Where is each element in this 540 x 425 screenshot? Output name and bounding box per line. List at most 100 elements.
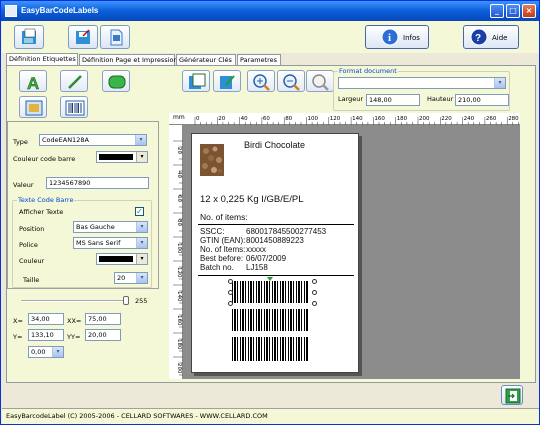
minimize-button[interactable]: _	[490, 4, 504, 18]
width-input[interactable]: 148,00	[366, 94, 420, 106]
opacity-slider-thumb[interactable]	[123, 296, 129, 305]
close-button[interactable]: ×	[522, 4, 536, 18]
vertical-ruler-tick-label: 40	[176, 171, 182, 178]
horizontal-ruler: mm 0 20 40 60 80 100 120 140 160 180 200 220 240 260 2…	[169, 113, 520, 125]
vertical-ruler-tick-label: 120	[176, 267, 182, 278]
resize-handle[interactable]	[312, 279, 317, 284]
type-label: Type	[13, 138, 28, 146]
svg-text:?: ?	[475, 33, 481, 44]
table-row: SSCC: 680017845500277453	[200, 227, 327, 236]
label-info-table: SSCC: 680017845500277453 GTIN (EAN):80014…	[200, 227, 326, 272]
x-input[interactable]: 34,00	[28, 313, 64, 325]
copy-button[interactable]	[182, 70, 210, 92]
angle-select[interactable]: 0,00 ▾	[28, 346, 64, 358]
table-row: No. of Items:xxxxx	[200, 245, 266, 254]
yy-input[interactable]: 20,00	[85, 329, 121, 341]
zoom-out-button[interactable]	[277, 70, 305, 92]
barcode-color-picker[interactable]: ▾	[96, 151, 148, 163]
size-select[interactable]: 20 ▾	[114, 272, 148, 284]
opacity-slider-track[interactable]	[21, 300, 127, 302]
ruler-tick-label: 280	[508, 116, 519, 122]
type-value: CodeEAN128A	[42, 136, 89, 144]
help-button[interactable]: ? Aide	[463, 25, 519, 49]
ruler-tick-label: 140	[352, 116, 363, 122]
resize-handle[interactable]	[312, 301, 317, 306]
type-select[interactable]: CodeEAN128A ▾	[39, 134, 147, 146]
new-label-button[interactable]	[14, 25, 44, 49]
zoom-in-button[interactable]	[247, 70, 275, 92]
ruler-tick-label: 220	[441, 116, 452, 122]
zoom-fit-button[interactable]	[306, 70, 334, 92]
table-row: GTIN (EAN):8001450889223	[200, 236, 304, 245]
yy-label: YY=	[67, 333, 81, 341]
zoom-page-icon	[312, 74, 329, 91]
font-select[interactable]: MS Sans Serif ▾	[73, 237, 148, 249]
vertical-ruler-tick-label: 200	[176, 363, 182, 374]
angle-value: 0,00	[31, 348, 46, 356]
vertical-ruler-tick-label: 20	[176, 147, 182, 154]
resize-handle[interactable]	[228, 279, 233, 284]
new-doc-icon	[22, 28, 36, 44]
table-row: Batch no. LJ158	[200, 263, 268, 272]
paste-icon	[220, 75, 235, 89]
resize-handle[interactable]	[228, 290, 233, 295]
barcode-3[interactable]	[232, 337, 308, 361]
chevron-down-icon: ▾	[136, 152, 147, 162]
width-label: Largeur	[338, 95, 364, 103]
product-weight: 12 x 0,225 Kg I/GB/E/PL	[200, 194, 304, 205]
barcode-2[interactable]	[232, 309, 308, 331]
ruler-tick-label: 180	[397, 116, 408, 122]
title-bar: EasyBarCodeLabels _ □ ×	[1, 1, 539, 21]
label-preview[interactable]: Birdi Chocolate 12 x 0,225 Kg I/GB/E/PL …	[191, 133, 359, 373]
size-label: Taille	[23, 276, 40, 284]
y-input[interactable]: 133,10	[28, 329, 64, 341]
chevron-down-icon: ▾	[494, 78, 505, 88]
chevron-down-icon: ▾	[52, 347, 63, 357]
exit-button[interactable]	[501, 385, 523, 405]
zoom-out-icon	[283, 74, 300, 91]
image-icon	[25, 100, 43, 116]
show-text-label: Afficher Texte	[19, 208, 64, 216]
slider-value: 255	[135, 297, 148, 305]
barcode-icon	[65, 100, 85, 116]
document-icon	[110, 29, 123, 46]
info-icon: i	[381, 28, 399, 46]
height-label: Hauteur	[427, 95, 454, 103]
paste-button[interactable]	[213, 70, 241, 92]
ruler-tick-label: 60	[263, 116, 270, 122]
position-select[interactable]: Bas Gauche ▾	[73, 221, 148, 233]
height-input[interactable]: 210,00	[455, 94, 509, 106]
add-line-button[interactable]	[60, 70, 88, 92]
font-value: MS Sans Serif	[76, 239, 121, 247]
font-label: Police	[19, 241, 38, 249]
resize-handle[interactable]	[312, 290, 317, 295]
format-select[interactable]: ▾	[338, 77, 506, 89]
info-button[interactable]: i Infos	[365, 25, 429, 49]
add-text-button[interactable]: A	[19, 70, 47, 92]
vertical-ruler-tick-label: 60	[176, 195, 182, 202]
position-label: Position	[19, 225, 45, 233]
rotate-handle-icon[interactable]	[267, 277, 273, 281]
value-input[interactable]: 1234567890	[46, 177, 149, 189]
vertical-ruler: 20 40 60 80 100 120 140 160 180 200	[169, 125, 183, 379]
resize-handle[interactable]	[228, 301, 233, 306]
open-file-button[interactable]	[100, 25, 130, 49]
barcode-1[interactable]	[232, 281, 308, 303]
save-icon	[76, 29, 90, 44]
save-label-button[interactable]	[68, 25, 98, 49]
barcode-color-label: Couleur code barre	[13, 155, 76, 163]
add-barcode-button[interactable]	[60, 96, 88, 118]
y-label: Y=	[13, 333, 23, 341]
xx-label: XX=	[67, 317, 82, 325]
window-title: EasyBarCodeLabels	[21, 6, 99, 15]
add-image-button[interactable]	[19, 96, 47, 118]
status-bar: EasyBarcodeLabel (C) 2005-2006 - CELLARD…	[2, 408, 539, 424]
vertical-ruler-tick-label: 180	[176, 339, 182, 350]
text-color-label: Couleur	[19, 257, 45, 265]
ruler-ticks: 0 20 40 60 80 100 120 140 160 180 200 220 240 260 280	[194, 116, 519, 125]
xx-input[interactable]: 75,00	[85, 313, 121, 325]
show-text-checkbox[interactable]: ✓	[135, 207, 144, 216]
maximize-button[interactable]: □	[506, 4, 520, 18]
add-shape-button[interactable]	[102, 70, 130, 92]
text-color-picker[interactable]: ▾	[96, 253, 148, 265]
